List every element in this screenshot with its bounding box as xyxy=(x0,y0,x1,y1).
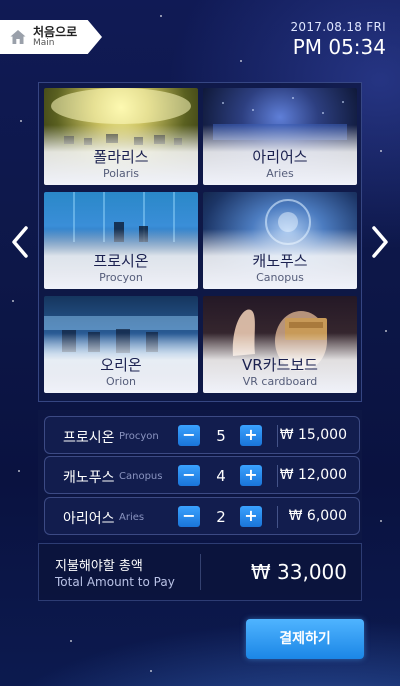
attraction-name-en: Procyon xyxy=(99,271,143,284)
plus-button[interactable]: + xyxy=(240,425,262,446)
background-star xyxy=(380,520,382,522)
attraction-grid: 폴라리스 Polaris 아리어스 Aries 프로시온 Procyon 캐노푸… xyxy=(38,82,362,402)
minus-button[interactable]: − xyxy=(178,425,200,446)
attraction-name-ko: 아리어스 xyxy=(252,148,308,166)
attraction-card-procyon[interactable]: 프로시온 Procyon xyxy=(44,192,198,289)
date-label: 2017.08.18 FRI xyxy=(290,20,386,34)
background-star xyxy=(12,300,14,302)
total-summary: 지불해야할 총액 Total Amount to Pay ₩ 33,000 xyxy=(38,543,362,601)
chevron-right-icon xyxy=(372,226,388,258)
order-price: ₩ 15,000 xyxy=(279,427,347,443)
order-name-ko: 아리어스 xyxy=(63,511,115,527)
row-divider xyxy=(277,465,278,487)
quantity-value: 4 xyxy=(216,467,226,485)
attraction-card-canopus[interactable]: 캐노푸스 Canopus xyxy=(203,192,357,289)
background-star xyxy=(240,60,242,62)
row-divider xyxy=(277,425,278,447)
pay-button[interactable]: 결제하기 xyxy=(246,619,364,659)
order-name-en: Canopus xyxy=(119,471,163,482)
attraction-name-ko: VR카드보드 xyxy=(242,356,318,374)
home-label: 처음으로 Main xyxy=(33,26,77,48)
prev-arrow-button[interactable] xyxy=(8,225,32,259)
attraction-name-en: Orion xyxy=(106,375,136,388)
datetime: 2017.08.18 FRI PM 05:34 xyxy=(290,20,386,59)
plus-button[interactable]: + xyxy=(240,465,262,486)
total-label-ko: 지불해야할 총액 xyxy=(55,559,143,574)
attraction-name-ko: 폴라리스 xyxy=(93,148,149,166)
total-label-en: Total Amount to Pay xyxy=(55,575,175,589)
background-star xyxy=(380,150,382,152)
quantity-value: 5 xyxy=(216,427,226,445)
order-name-ko: 프로시온 xyxy=(63,430,115,446)
background-star xyxy=(160,15,162,17)
order-row-procyon: 프로시온 Procyon − 5 + ₩ 15,000 xyxy=(44,416,360,454)
order-row-aries: 아리어스 Aries − 2 + ₩ 6,000 xyxy=(44,497,360,535)
attraction-card-vr[interactable]: VR카드보드 VR cardboard xyxy=(203,296,357,393)
next-arrow-button[interactable] xyxy=(368,225,392,259)
attraction-card-orion[interactable]: 오리온 Orion xyxy=(44,296,198,393)
total-divider xyxy=(200,554,201,590)
order-name-ko: 캐노푸스 xyxy=(63,470,115,486)
attraction-name-en: Canopus xyxy=(256,271,304,284)
minus-button[interactable]: − xyxy=(178,465,200,486)
home-label-en: Main xyxy=(33,37,55,48)
order-price: ₩ 6,000 xyxy=(288,508,347,524)
attraction-name-en: VR cardboard xyxy=(242,375,318,388)
attraction-card-aries[interactable]: 아리어스 Aries xyxy=(203,88,357,185)
total-amount: ₩ 33,000 xyxy=(250,560,347,584)
home-label-ko: 처음으로 xyxy=(33,24,78,39)
background-star xyxy=(20,120,22,122)
attraction-name-ko: 캐노푸스 xyxy=(252,252,308,270)
background-star xyxy=(150,670,152,672)
attraction-name-ko: 프로시온 xyxy=(93,252,149,270)
background-star xyxy=(18,470,20,472)
time-label: PM 05:34 xyxy=(292,35,386,59)
minus-button[interactable]: − xyxy=(178,506,200,527)
attraction-name-en: Polaris xyxy=(102,167,140,180)
home-icon xyxy=(9,28,27,46)
quantity-value: 2 xyxy=(216,508,226,526)
background-star xyxy=(385,330,387,332)
row-divider xyxy=(277,506,278,528)
attraction-name-en: Aries xyxy=(266,167,294,180)
order-name-en: Aries xyxy=(119,512,145,523)
chevron-left-icon xyxy=(12,226,28,258)
background-star xyxy=(70,640,72,642)
home-button[interactable]: 처음으로 Main xyxy=(0,20,102,54)
attraction-name-ko: 오리온 xyxy=(100,356,142,374)
plus-button[interactable]: + xyxy=(240,506,262,527)
attraction-card-polaris[interactable]: 폴라리스 Polaris xyxy=(44,88,198,185)
order-name-en: Procyon xyxy=(119,431,159,442)
order-row-canopus: 캐노푸스 Canopus − 4 + ₩ 12,000 xyxy=(44,456,360,494)
order-price: ₩ 12,000 xyxy=(279,467,347,483)
